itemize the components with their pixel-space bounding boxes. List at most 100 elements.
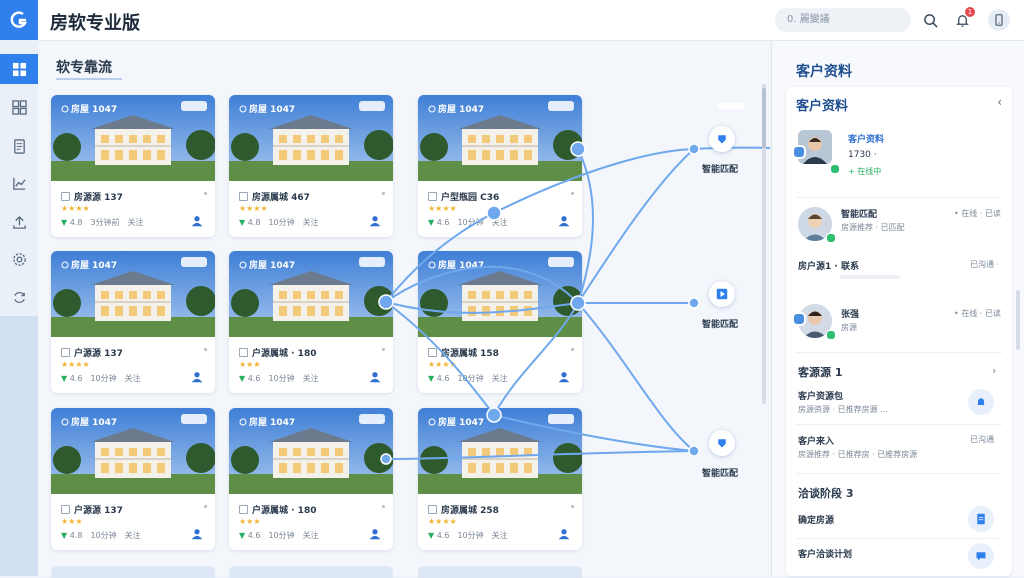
nav-settings[interactable] <box>0 244 38 274</box>
nav-documents[interactable] <box>0 131 38 161</box>
pin-icon <box>428 418 436 426</box>
property-card[interactable]: 房屋 1047 户源属城 · 180 ★★★ ▼ 4.6 10分钟 关注 <box>229 251 393 393</box>
more-icon[interactable] <box>382 192 385 195</box>
property-card[interactable]: 房屋 1047 户源源 137 ★★★ ▼ 4.8 10分钟 关注 <box>51 408 215 550</box>
property-time: 10分钟 <box>268 374 295 383</box>
item-status: 已沟通 <box>970 435 994 444</box>
assign-agent-button[interactable] <box>558 212 570 227</box>
property-card[interactable]: 房屋 1047 房源属城 258 ★★★★ ▼ 4.6 10分钟 关注 <box>418 408 582 550</box>
property-code: 房屋 1047 <box>239 102 295 115</box>
property-meta: ▼ 4.8 3分钟前 关注 <box>61 217 144 228</box>
contact-status: 已沟通 · <box>970 260 1000 269</box>
phone-icon <box>995 14 1003 26</box>
contact-name: 张强 <box>841 310 860 320</box>
collapse-button[interactable]: ‹ <box>997 95 1002 109</box>
section-header[interactable]: 洽谈阶段 3 <box>798 485 853 501</box>
pin-icon <box>239 418 247 426</box>
assign-agent-button[interactable] <box>191 368 203 383</box>
assign-agent-button[interactable] <box>558 525 570 540</box>
assign-agent-button[interactable] <box>369 212 381 227</box>
more-icon[interactable] <box>204 505 207 508</box>
property-name: 房源属城 258 <box>428 503 499 516</box>
property-status: 关注 <box>491 374 508 383</box>
assign-agent-button[interactable] <box>191 525 203 540</box>
more-icon[interactable] <box>204 348 207 351</box>
customer-panel: 客户资料 客户资料 ‹ 客户资料 1730 · + 在线中 智能匹配 房源推荐 … <box>771 41 1024 576</box>
item-name: 客户来入 <box>798 437 835 447</box>
logo-icon <box>10 11 28 28</box>
flow-endpoint <box>792 145 806 159</box>
divider <box>796 352 1002 353</box>
chat-action-button[interactable] <box>968 543 994 569</box>
trend-icon: ▼ <box>61 218 68 227</box>
flow-node-match-1[interactable] <box>709 126 735 152</box>
property-status: 关注 <box>127 218 144 227</box>
property-rating: ★★★ <box>61 517 83 526</box>
nav-upload[interactable] <box>0 207 38 237</box>
property-code: 房屋 1047 <box>428 258 484 271</box>
divider <box>796 538 1002 539</box>
assign-agent-button[interactable] <box>369 525 381 540</box>
more-icon[interactable] <box>204 192 207 195</box>
item-sub: 房源资源 · 已推荐房源 ... <box>798 405 888 414</box>
property-card[interactable]: 房屋 1047 户源属城 · 180 ★★★ ▼ 4.6 10分钟 关注 <box>229 408 393 550</box>
property-tag <box>548 414 574 424</box>
chevron-left-icon: ‹ <box>997 95 1002 109</box>
property-score: 4.6 <box>436 218 450 227</box>
property-card[interactable]: 房屋 1047 户源源 137 ★★★★ ▼ 4.6 10分钟 关注 <box>51 251 215 393</box>
document-action-button[interactable] <box>968 506 994 532</box>
trend-icon: ▼ <box>428 531 435 540</box>
flow-node-match-2[interactable] <box>709 281 735 307</box>
contact-sub: 房源 <box>841 323 857 332</box>
nav-sync[interactable] <box>0 282 38 312</box>
flow-node-match-3[interactable] <box>709 430 735 456</box>
user-icon <box>558 372 570 383</box>
notifications-button[interactable]: 1 <box>952 7 975 30</box>
assign-agent-button[interactable] <box>191 212 203 227</box>
online-indicator <box>826 330 836 340</box>
more-icon[interactable] <box>571 348 574 351</box>
search-input[interactable]: 0. 麗變議 <box>775 8 911 32</box>
more-icon[interactable] <box>571 505 574 508</box>
trend-icon: ▼ <box>428 218 435 227</box>
section-header[interactable]: 客源源 1 <box>798 364 842 380</box>
property-score: 4.8 <box>69 531 83 540</box>
main-content: 软专靠流 房屋 1047 房源源 137 ★★★★ ▼ 4.8 3分钟前 关注 房屋 104… <box>38 41 770 578</box>
nav-dashboard[interactable] <box>0 54 38 84</box>
assign-agent-button[interactable] <box>369 368 381 383</box>
more-icon[interactable] <box>382 505 385 508</box>
more-icon[interactable] <box>571 192 574 195</box>
property-name: 房源属城 158 <box>428 346 499 359</box>
bell-action-button[interactable] <box>968 389 994 415</box>
divider <box>796 473 1002 474</box>
nav-analytics[interactable] <box>0 168 38 198</box>
assign-agent-button[interactable] <box>558 368 570 383</box>
divider <box>796 197 1002 198</box>
panel-scrollbar[interactable] <box>1016 290 1020 350</box>
property-rating: ★★★★ <box>428 360 457 369</box>
trend-icon: ▼ <box>239 531 246 540</box>
grid-icon <box>12 62 26 76</box>
property-card[interactable]: 房屋 1047 户型瓶园 C36 ★★★★ ▼ 4.6 10分钟 关注 <box>418 95 582 237</box>
chevron-right-icon[interactable]: › <box>992 364 996 377</box>
property-time: 10分钟 <box>90 531 117 540</box>
property-score: 4.6 <box>436 374 450 383</box>
nav-apps[interactable] <box>0 92 38 122</box>
item-sub: 房源推荐 · 已推荐房 · 已推荐房源 <box>798 450 918 459</box>
property-code: 房屋 1047 <box>61 102 117 115</box>
notification-badge: 1 <box>965 7 975 17</box>
gear-icon <box>12 252 26 266</box>
main-scrollbar-thumb[interactable] <box>762 88 766 148</box>
item-name: 客户资源包 <box>798 392 844 402</box>
flow-node-label: 智能匹配 <box>702 469 739 479</box>
property-card[interactable]: 房屋 1047 房源属城 467 ★★★★ ▼ 4.8 10分钟 关注 <box>229 95 393 237</box>
property-card[interactable]: 房屋 1047 房源属城 158 ★★★★ ▼ 4.6 10分钟 关注 <box>418 251 582 393</box>
app-logo[interactable] <box>0 0 38 40</box>
chat-icon <box>976 552 986 561</box>
more-icon[interactable] <box>382 348 385 351</box>
user-avatar-button[interactable] <box>988 9 1010 31</box>
property-status: 关注 <box>302 218 319 227</box>
search-button[interactable] <box>920 10 940 30</box>
tag-icon <box>718 135 726 144</box>
property-card[interactable]: 房屋 1047 房源源 137 ★★★★ ▼ 4.8 3分钟前 关注 <box>51 95 215 237</box>
